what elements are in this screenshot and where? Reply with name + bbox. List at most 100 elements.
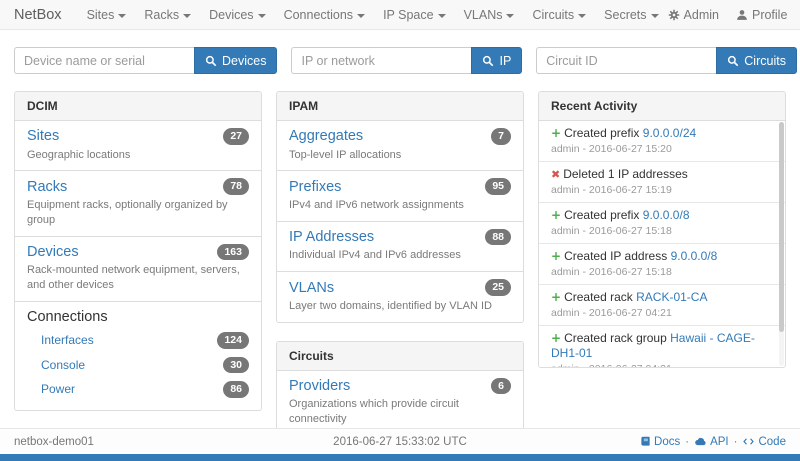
recent-activity-panel: Recent Activity +Created prefix 9.0.0.0/…: [538, 91, 786, 368]
providers-link[interactable]: Providers: [289, 378, 350, 394]
connections-title: Connections: [27, 309, 249, 325]
nav-devices[interactable]: Devices: [200, 0, 274, 30]
nav-racks[interactable]: Racks: [135, 0, 200, 30]
item-description: Top-level IP allocations: [289, 148, 511, 163]
plus-icon: +: [551, 126, 561, 140]
list-item: Aggregates 7 Top-level IP allocations: [277, 121, 523, 170]
activity-action: Created prefix: [564, 126, 639, 140]
racks-link[interactable]: Racks: [27, 179, 67, 195]
prefixes-link[interactable]: Prefixes: [289, 179, 341, 195]
count-badge: 25: [485, 279, 511, 296]
panel-title: Circuits: [277, 342, 523, 371]
activity-meta: admin - 2016-06-27 15:18: [551, 225, 767, 237]
nav-label: Devices: [209, 8, 253, 22]
ip-search-button[interactable]: IP: [471, 47, 522, 74]
api-link[interactable]: API: [694, 436, 729, 448]
plus-icon: +: [551, 249, 561, 263]
activity-item: +Created prefix 9.0.0.0/8 admin - 2016-0…: [539, 202, 785, 243]
activity-object-link[interactable]: 9.0.0.0/8: [643, 208, 690, 222]
chevron-down-icon: [183, 14, 191, 18]
delete-icon: ✖: [551, 168, 560, 181]
chevron-down-icon: [506, 14, 514, 18]
list-item: Interfaces 124: [27, 328, 249, 353]
ip-addresses-link[interactable]: IP Addresses: [289, 229, 374, 245]
activity-object-link[interactable]: RACK-01-CA: [636, 290, 707, 304]
panel-title: DCIM: [15, 92, 261, 121]
activity-action: Created IP address: [564, 249, 667, 263]
circuit-search-button[interactable]: Circuits: [716, 47, 797, 74]
nav-circuits[interactable]: Circuits: [523, 0, 595, 30]
column-activity: Recent Activity +Created prefix 9.0.0.0/…: [538, 91, 786, 461]
vlans-link[interactable]: VLANs: [289, 280, 334, 296]
ip-search-input[interactable]: [291, 47, 471, 74]
activity-action: Deleted 1 IP addresses: [563, 167, 688, 181]
count-badge: 124: [217, 332, 249, 349]
circuit-search-input[interactable]: [536, 47, 716, 74]
chevron-down-icon: [357, 14, 365, 18]
nav-label: IP Space: [383, 8, 434, 22]
nav-label: Secrets: [604, 8, 646, 22]
activity-action: Created prefix: [564, 208, 639, 222]
device-search-button[interactable]: Devices: [194, 47, 277, 74]
netbox-brand[interactable]: NetBox: [14, 7, 62, 23]
button-label: Circuits: [744, 54, 786, 68]
separator: ·: [685, 436, 689, 448]
column-dcim: DCIM Sites 27 Geographic locations Racks…: [14, 91, 262, 461]
list-item: Racks 78 Equipment racks, optionally org…: [15, 170, 261, 235]
activity-item: +Created rack RACK-01-CA admin - 2016-06…: [539, 284, 785, 325]
chevron-down-icon: [258, 14, 266, 18]
item-description: Organizations which provide circuit conn…: [289, 397, 511, 427]
count-badge: 78: [223, 178, 249, 195]
activity-scrollbar[interactable]: [779, 122, 784, 366]
device-search-input[interactable]: [14, 47, 194, 74]
profile-link[interactable]: Profile: [736, 8, 787, 22]
nav-sites[interactable]: Sites: [78, 0, 136, 30]
plus-icon: +: [551, 331, 561, 345]
nav-label: Racks: [144, 8, 179, 22]
activity-meta: admin - 2016-06-27 04:21: [551, 307, 767, 319]
power-link[interactable]: Power: [41, 382, 75, 396]
button-label: IP: [499, 54, 511, 68]
admin-link[interactable]: Admin: [668, 8, 719, 22]
item-description: Rack-mounted network equipment, servers,…: [27, 263, 249, 293]
list-item: Power 86: [27, 377, 249, 402]
devices-link[interactable]: Devices: [27, 244, 79, 260]
scrollbar-thumb[interactable]: [779, 122, 784, 332]
column-ipam: IPAM Aggregates 7 Top-level IP allocatio…: [276, 91, 524, 461]
aggregates-link[interactable]: Aggregates: [289, 128, 363, 144]
activity-object-link[interactable]: 9.0.0.0/24: [643, 126, 696, 140]
nav-connections[interactable]: Connections: [275, 0, 375, 30]
bottom-accent-bar: [0, 454, 800, 461]
plus-icon: +: [551, 290, 561, 304]
activity-item: +Created rack group Hawaii - CAGE-DH1-01…: [539, 325, 785, 367]
ip-search-group: IP: [291, 47, 522, 74]
activity-action: Created rack: [564, 290, 633, 304]
ipam-panel: IPAM Aggregates 7 Top-level IP allocatio…: [276, 91, 524, 323]
nav-ip-space[interactable]: IP Space: [374, 0, 455, 30]
separator: ·: [734, 436, 738, 448]
nav-vlans[interactable]: VLANs: [455, 0, 524, 30]
sites-link[interactable]: Sites: [27, 128, 59, 144]
console-link[interactable]: Console: [41, 358, 85, 372]
activity-meta: admin - 2016-06-27 15:19: [551, 184, 767, 196]
netbox-dashboard: NetBox Sites Racks Devices Connections I…: [0, 0, 800, 461]
footer-links: Docs · API · Code: [529, 436, 786, 448]
nav-secrets[interactable]: Secrets: [595, 0, 667, 30]
count-badge: 163: [217, 244, 249, 261]
cloud-icon: [694, 436, 707, 447]
chevron-down-icon: [578, 14, 586, 18]
activity-item: ✖Deleted 1 IP addresses admin - 2016-06-…: [539, 161, 785, 202]
interfaces-link[interactable]: Interfaces: [41, 333, 94, 347]
activity-object-link[interactable]: 9.0.0.0/8: [671, 249, 718, 263]
activity-item: +Created IP address 9.0.0.0/8 admin - 20…: [539, 243, 785, 284]
count-badge: 88: [485, 229, 511, 246]
footer-timestamp: 2016-06-27 15:33:02 UTC: [271, 436, 528, 448]
item-description: Geographic locations: [27, 148, 249, 163]
code-link[interactable]: Code: [742, 436, 786, 448]
item-description: Equipment racks, optionally organized by…: [27, 198, 249, 228]
item-description: Layer two domains, identified by VLAN ID: [289, 299, 511, 314]
nav-label: VLANs: [464, 8, 503, 22]
docs-link[interactable]: Docs: [640, 436, 680, 448]
search-icon: [727, 55, 739, 67]
activity-list: +Created prefix 9.0.0.0/24 admin - 2016-…: [539, 121, 785, 367]
